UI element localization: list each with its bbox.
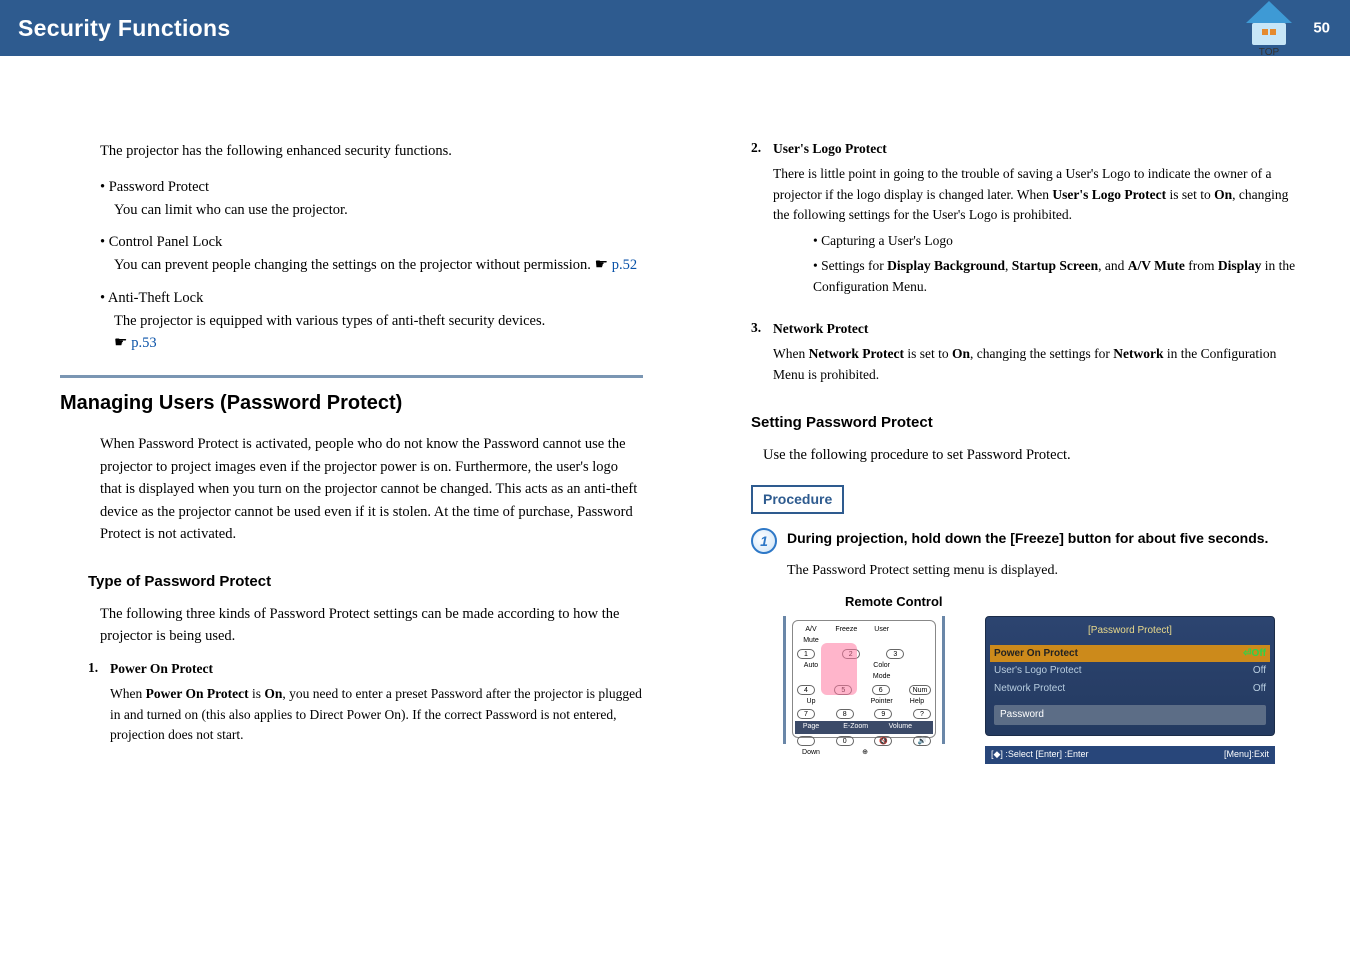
subsection-heading: Type of Password Protect — [88, 570, 643, 593]
section-body: When Password Protect is activated, peop… — [100, 433, 643, 545]
figure-row: A/V MuteFreezeUser 123 AutoColor Mode 45… — [783, 616, 1306, 763]
item-body: When Power On Protect is On, you need to… — [110, 684, 643, 745]
subsection-body: The following three kinds of Password Pr… — [100, 603, 643, 648]
hand-icon: ☛ — [595, 257, 612, 273]
step-instruction: During projection, hold down the [Freeze… — [787, 528, 1306, 549]
page-title: Security Functions — [18, 15, 230, 42]
procedure-step: 1 During projection, hold down the [Free… — [751, 528, 1306, 554]
bullet-title: Control Panel Lock — [100, 234, 222, 250]
menu-password-row: Password — [994, 705, 1266, 725]
subsection-heading: Setting Password Protect — [751, 411, 1306, 434]
numbered-list: 2.User's Logo Protect There is little po… — [723, 138, 1306, 385]
page-number: 50 — [1313, 20, 1330, 37]
item-body: There is little point in going to the tr… — [773, 164, 1306, 225]
item-number: 2. — [751, 138, 773, 159]
home-top-icon[interactable]: TOP — [1238, 0, 1300, 57]
page-content: The projector has the following enhanced… — [0, 56, 1350, 764]
menu-row: Network ProtectOff — [994, 680, 1266, 698]
page-link[interactable]: p.52 — [612, 257, 637, 273]
sub-bullet-list: Capturing a User's Logo Settings for Dis… — [773, 231, 1306, 298]
password-protect-menu-figure: [Password Protect] Power On Protect⏎Off … — [985, 616, 1275, 763]
bullet-title: Password Protect — [100, 179, 209, 195]
remote-control-figure: A/V MuteFreezeUser 123 AutoColor Mode 45… — [783, 616, 945, 744]
menu-title: [Password Protect] — [994, 623, 1266, 639]
remote-control-label: Remote Control — [845, 592, 1306, 612]
item-title: Network Protect — [773, 321, 868, 336]
bullet-title: Anti-Theft Lock — [100, 290, 203, 306]
menu-row: User's Logo ProtectOff — [994, 662, 1266, 680]
subsection-body: Use the following procedure to set Passw… — [763, 444, 1306, 466]
bullet-body: You can limit who can use the projector. — [114, 199, 643, 221]
menu-footer: [◆] :Select [Enter] :Enter [Menu]:Exit — [985, 746, 1275, 764]
list-item: Settings for Display Background, Startup… — [813, 256, 1306, 298]
step-body: The Password Protect setting menu is dis… — [787, 560, 1306, 582]
item-title: Power On Protect — [110, 661, 213, 676]
list-item: 3.Network Protect When Network Protect i… — [751, 318, 1306, 385]
section-heading: Managing Users (Password Protect) — [60, 388, 643, 419]
item-number: 3. — [751, 318, 773, 339]
hand-icon: ☛ — [114, 335, 131, 351]
list-item: Password Protect You can limit who can u… — [100, 176, 643, 221]
menu-row-selected: Power On Protect⏎Off — [990, 645, 1270, 663]
right-column: 2.User's Logo Protect There is little po… — [723, 84, 1306, 764]
freeze-button-highlight — [821, 643, 857, 695]
section-divider — [60, 375, 643, 378]
numbered-list: 1.Power On Protect When Power On Protect… — [60, 658, 643, 745]
item-body: When Network Protect is set to On, chang… — [773, 344, 1306, 385]
left-column: The projector has the following enhanced… — [60, 84, 643, 764]
list-item: 1.Power On Protect When Power On Protect… — [88, 658, 643, 745]
page-header: Security Functions 50 TOP — [0, 0, 1350, 56]
intro-text: The projector has the following enhanced… — [100, 140, 643, 162]
home-top-label: TOP — [1259, 47, 1280, 57]
item-number: 1. — [88, 658, 110, 679]
list-item: 2.User's Logo Protect There is little po… — [751, 138, 1306, 298]
page-link[interactable]: p.53 — [131, 335, 156, 351]
bullet-body: The projector is equipped with various t… — [114, 310, 643, 356]
list-item: Control Panel Lock You can prevent peopl… — [100, 231, 643, 277]
step-number-circle: 1 — [751, 528, 777, 554]
list-item: Anti-Theft Lock The projector is equippe… — [100, 287, 643, 355]
bullet-body: You can prevent people changing the sett… — [114, 254, 643, 277]
feature-list: Password Protect You can limit who can u… — [60, 176, 643, 355]
item-title: User's Logo Protect — [773, 141, 887, 156]
procedure-label: Procedure — [751, 485, 844, 515]
list-item: Capturing a User's Logo — [813, 231, 1306, 252]
